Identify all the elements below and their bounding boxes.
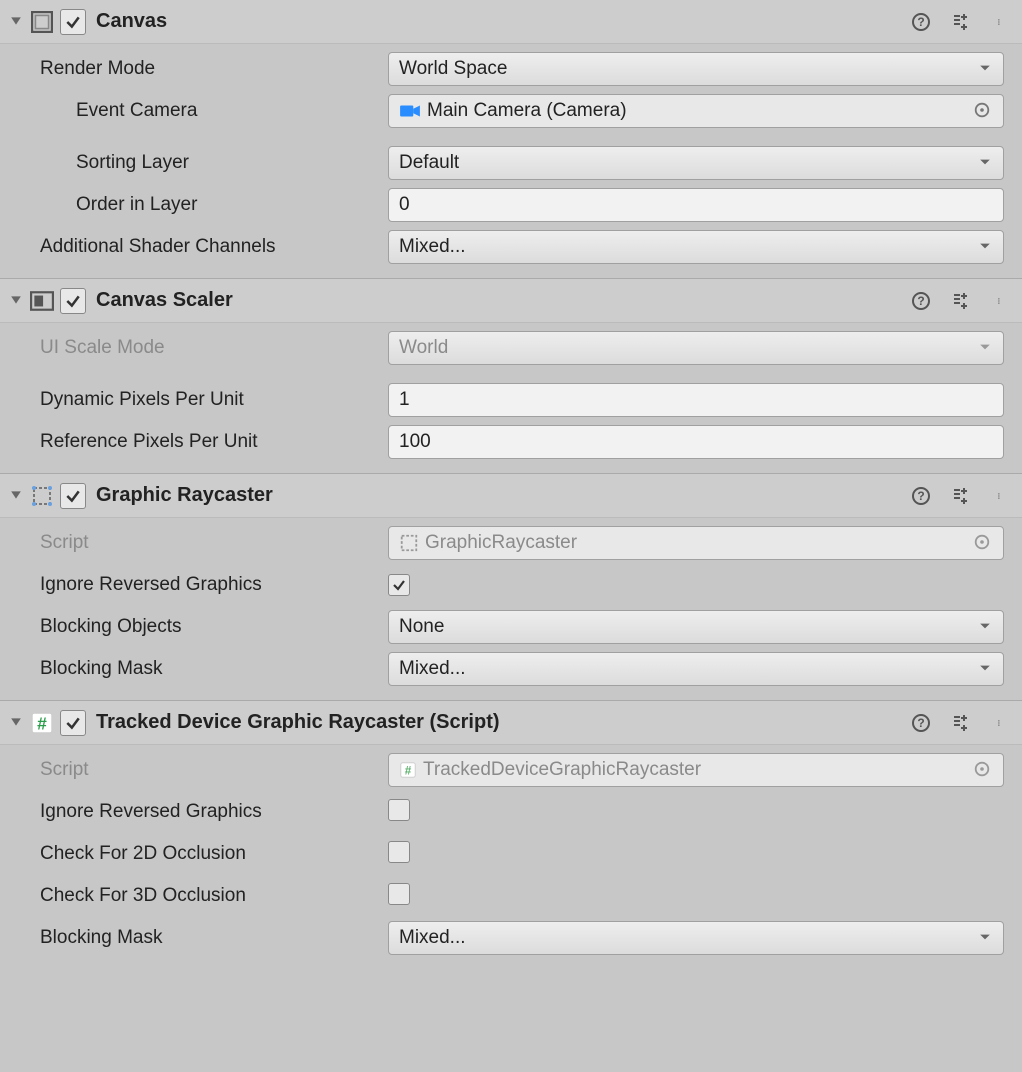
component-title: Graphic Raycaster [96,484,910,507]
additional-shader-value: Mixed... [399,236,466,258]
svg-text:?: ? [917,15,924,29]
chevron-down-icon [979,931,993,945]
script-value: GraphicRaycaster [425,532,577,554]
event-camera-label: Event Camera [0,100,388,122]
scale-mode-label: UI Scale Mode [0,337,388,359]
ignore-reversed-label: Ignore Reversed Graphics [0,574,388,596]
chevron-down-icon [979,62,993,76]
chevron-down-icon [979,156,993,170]
script-icon [399,533,419,553]
foldout-icon[interactable] [10,294,24,308]
chevron-down-icon [979,341,993,355]
preset-icon[interactable] [950,11,972,33]
additional-shader-dropdown[interactable]: Mixed... [388,230,1004,264]
csharp-script-icon: # [399,761,417,779]
enable-scaler-checkbox[interactable] [60,288,86,314]
blocking-objects-dropdown[interactable]: None [388,610,1004,644]
object-picker-icon[interactable] [973,101,993,121]
reference-ppu-label: Reference Pixels Per Unit [0,431,388,453]
event-camera-value: Main Camera (Camera) [427,100,627,122]
preset-icon[interactable] [950,290,972,312]
reference-ppu-input[interactable] [399,431,993,453]
script-field: # TrackedDeviceGraphicRaycaster [388,753,1004,787]
render-mode-value: World Space [399,58,507,80]
help-icon[interactable]: ? [910,11,932,33]
svg-text:?: ? [917,489,924,503]
check-2d-label: Check For 2D Occlusion [0,843,388,865]
camera-icon [399,102,421,120]
blocking-mask-value: Mixed... [399,927,466,949]
ignore-reversed-checkbox[interactable] [388,799,410,821]
check-2d-checkbox[interactable] [388,841,410,863]
script-label: Script [0,532,388,554]
svg-text:?: ? [917,294,924,308]
enable-raycaster-checkbox[interactable] [60,483,86,509]
order-in-layer-input[interactable] [399,194,993,216]
foldout-icon[interactable] [10,15,24,29]
blocking-mask-label: Blocking Mask [0,658,388,680]
context-menu-icon[interactable] [990,485,1012,507]
object-picker-icon [973,760,993,780]
component-title: Tracked Device Graphic Raycaster (Script… [96,711,910,734]
graphic-raycaster-icon [28,482,56,510]
event-camera-field[interactable]: Main Camera (Camera) [388,94,1004,128]
sorting-layer-value: Default [399,152,459,174]
canvas-scaler-icon [28,287,56,315]
order-in-layer-field[interactable] [388,188,1004,222]
chevron-down-icon [979,662,993,676]
help-icon[interactable]: ? [910,485,932,507]
render-mode-label: Render Mode [0,58,388,80]
sorting-layer-label: Sorting Layer [0,152,388,174]
blocking-mask-dropdown[interactable]: Mixed... [388,921,1004,955]
blocking-mask-value: Mixed... [399,658,466,680]
scale-mode-value: World [399,337,448,359]
context-menu-icon[interactable] [990,290,1012,312]
enable-tracked-checkbox[interactable] [60,710,86,736]
order-in-layer-label: Order in Layer [0,194,388,216]
svg-text:#: # [37,713,47,733]
ignore-reversed-label: Ignore Reversed Graphics [0,801,388,823]
check-3d-label: Check For 3D Occlusion [0,885,388,907]
sorting-layer-dropdown[interactable]: Default [388,146,1004,180]
check-3d-checkbox[interactable] [388,883,410,905]
scale-mode-dropdown: World [388,331,1004,365]
component-title: Canvas Scaler [96,289,910,312]
component-title: Canvas [96,10,910,33]
blocking-objects-label: Blocking Objects [0,616,388,638]
preset-icon[interactable] [950,712,972,734]
dynamic-ppu-input[interactable] [399,389,993,411]
foldout-icon[interactable] [10,716,24,730]
render-mode-dropdown[interactable]: World Space [388,52,1004,86]
svg-text:?: ? [917,716,924,730]
context-menu-icon[interactable] [990,712,1012,734]
canvas-icon [28,8,56,36]
script-field: GraphicRaycaster [388,526,1004,560]
blocking-mask-dropdown[interactable]: Mixed... [388,652,1004,686]
blocking-objects-value: None [399,616,444,638]
dynamic-ppu-label: Dynamic Pixels Per Unit [0,389,388,411]
blocking-mask-label: Blocking Mask [0,927,388,949]
preset-icon[interactable] [950,485,972,507]
help-icon[interactable]: ? [910,290,932,312]
svg-text:#: # [405,765,412,778]
dynamic-ppu-field[interactable] [388,383,1004,417]
script-value: TrackedDeviceGraphicRaycaster [423,759,701,781]
help-icon[interactable]: ? [910,712,932,734]
foldout-icon[interactable] [10,489,24,503]
chevron-down-icon [979,620,993,634]
context-menu-icon[interactable] [990,11,1012,33]
reference-ppu-field[interactable] [388,425,1004,459]
enable-canvas-checkbox[interactable] [60,9,86,35]
ignore-reversed-checkbox[interactable] [388,574,410,596]
chevron-down-icon [979,240,993,254]
script-label: Script [0,759,388,781]
object-picker-icon [973,533,993,553]
additional-shader-label: Additional Shader Channels [0,236,388,258]
script-component-icon: # [28,709,56,737]
